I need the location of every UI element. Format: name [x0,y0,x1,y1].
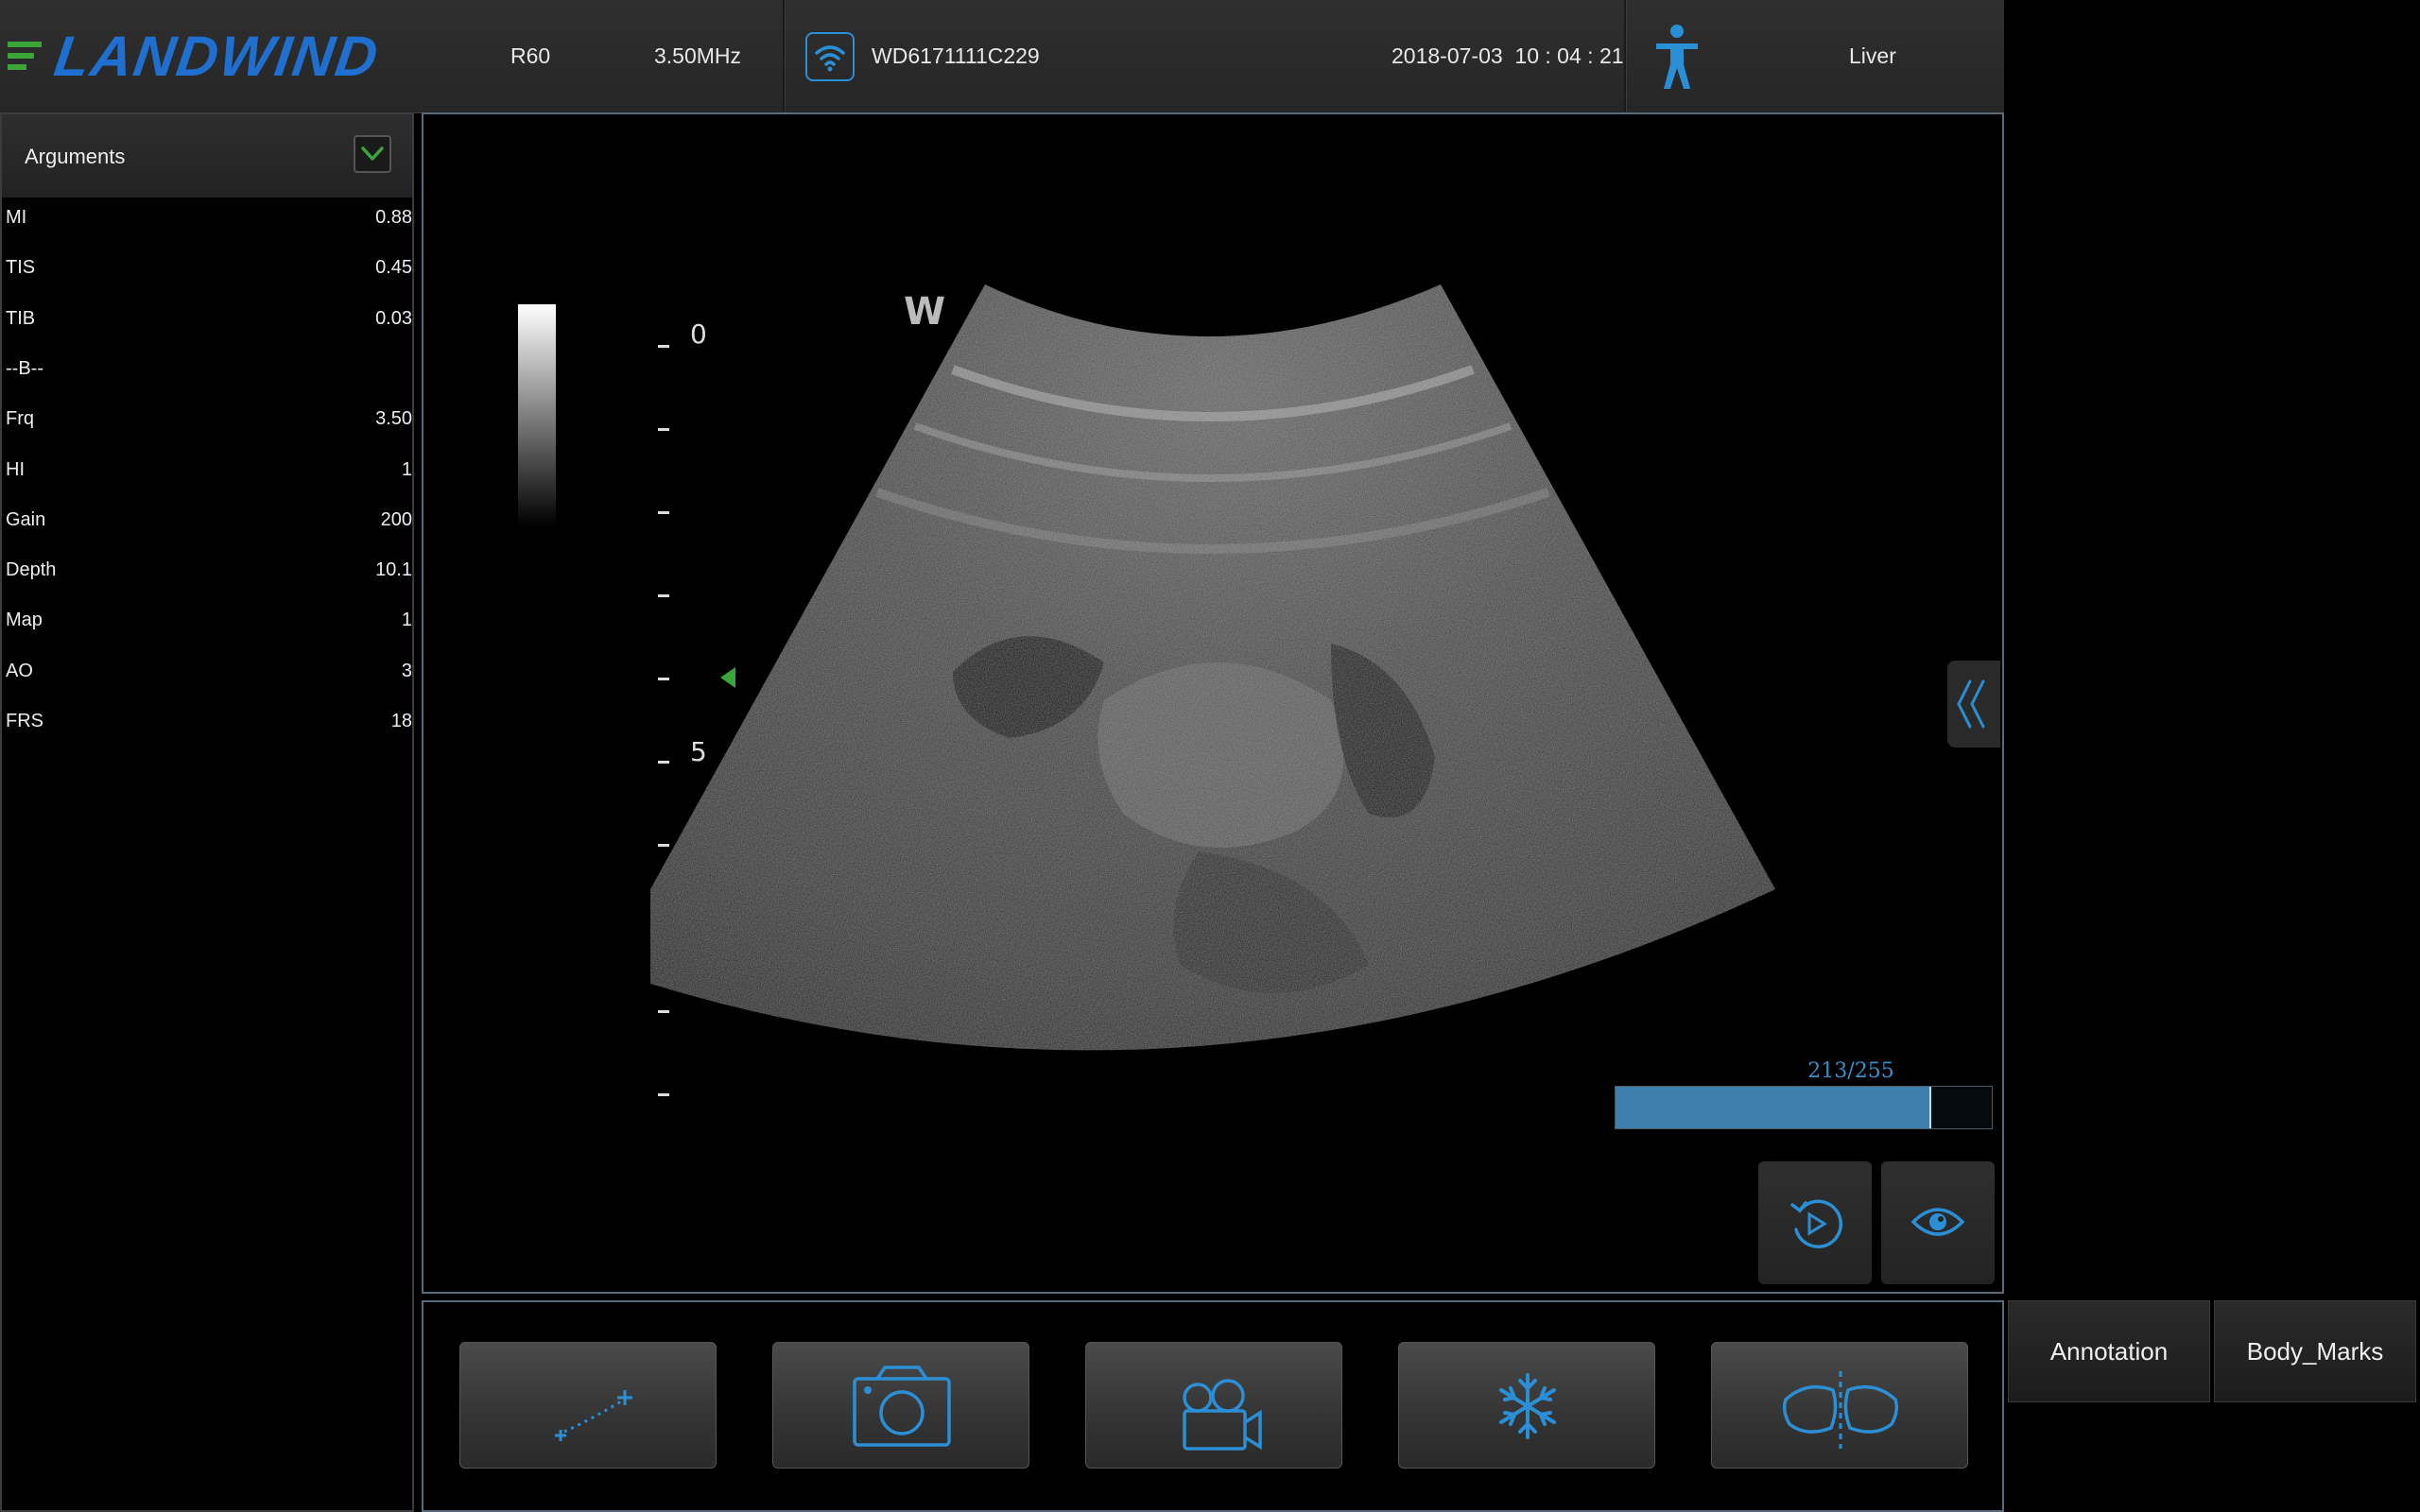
argument-value: 0.45 [375,257,412,279]
replay-button[interactable] [1758,1161,1872,1284]
dual-view-icon [1782,1371,1899,1449]
argument-label: FRS [6,711,43,731]
divider [1624,0,1627,112]
measure-icon [555,1390,632,1441]
argument-label: AO [6,660,33,681]
arguments-title: Arguments [25,145,126,168]
arguments-panel: Arguments MI 0.88 TIS 0.45 TIB 0.03 --B-- Frq 3.… [0,112,414,1512]
measure-button[interactable] [459,1342,717,1469]
annotation-button[interactable]: Annotation [2008,1300,2210,1402]
ultrasound-image-area[interactable]: 0 5 W 213/255 [422,112,2004,1294]
argument-label: TIB [6,307,36,329]
argument-row: HI 1 [6,459,412,497]
video-camera-icon [1183,1379,1262,1451]
divider [783,0,786,112]
eye-icon [1910,1208,1965,1236]
argument-row: Depth 10.1 [6,559,412,597]
replay-icon [1790,1199,1843,1249]
argument-value: 3.50 [375,408,412,430]
argument-value: 18 [390,711,412,731]
cine-progress-bar[interactable] [1615,1086,1993,1129]
argument-row: TIS 0.45 [6,257,412,295]
argument-row: MI 0.88 [6,207,412,245]
argument-label: HI [6,458,25,480]
argument-value: 3 [401,660,412,681]
top-bar: LANDWIND R60 3.50MHz WD6171111C229 2018-… [0,0,2004,113]
argument-value: 10.1 [375,559,412,581]
cine-counter: 213/255 [1807,1059,1894,1083]
argument-value: 200 [380,508,412,530]
wifi-icon[interactable] [805,32,855,81]
device-id: WD6171111C229 [872,43,1040,68]
argument-value: 1 [401,610,412,631]
body-marks-button[interactable]: Body_Marks [2214,1300,2416,1402]
dual-view-button[interactable] [1711,1342,1968,1469]
view-button[interactable] [1881,1161,1995,1284]
human-figure-icon[interactable] [1651,23,1703,91]
argument-label: TIS [6,257,36,279]
argument-row: AO 3 [6,661,412,698]
video-record-button[interactable] [1085,1342,1342,1469]
preset-label[interactable]: Liver [1849,43,1896,69]
argument-label: MI [6,207,27,228]
argument-row: Frq 3.50 [6,408,412,446]
argument-value: 1 [401,458,412,480]
logo-bars-icon [8,42,45,72]
camera-button[interactable] [772,1342,1029,1469]
argument-row: FRS 18 [6,711,412,748]
double-chevron-left-icon[interactable] [1947,661,2000,747]
brand-logo: LANDWIND [50,25,384,88]
argument-value: 0.03 [375,307,412,329]
argument-row: Gain 200 [6,509,412,547]
freeze-button[interactable] [1398,1342,1655,1469]
svg-text:W: W [904,290,945,334]
camera-icon [853,1366,951,1447]
argument-label: --B-- [6,357,43,379]
datetime: 2018-07-03 10 : 04 : 21 [1392,43,1624,68]
argument-row: TIB 0.03 [6,308,412,346]
argument-row: Map 1 [6,610,412,647]
argument-row: --B-- [6,358,412,396]
arguments-header: Arguments [2,114,412,198]
freeze-snowflake-icon [1499,1373,1556,1439]
chevron-down-icon[interactable] [354,135,391,173]
argument-label: Gain [6,508,46,530]
argument-label: Depth [6,559,57,581]
argument-label: Frq [6,408,34,430]
frequency-label: 3.50MHz [654,43,742,68]
cine-progress-fill [1616,1087,1931,1128]
bottom-toolbar [422,1300,2004,1512]
probe-label: R60 [510,43,551,68]
argument-label: Map [6,610,43,631]
argument-value: 0.88 [375,207,412,228]
